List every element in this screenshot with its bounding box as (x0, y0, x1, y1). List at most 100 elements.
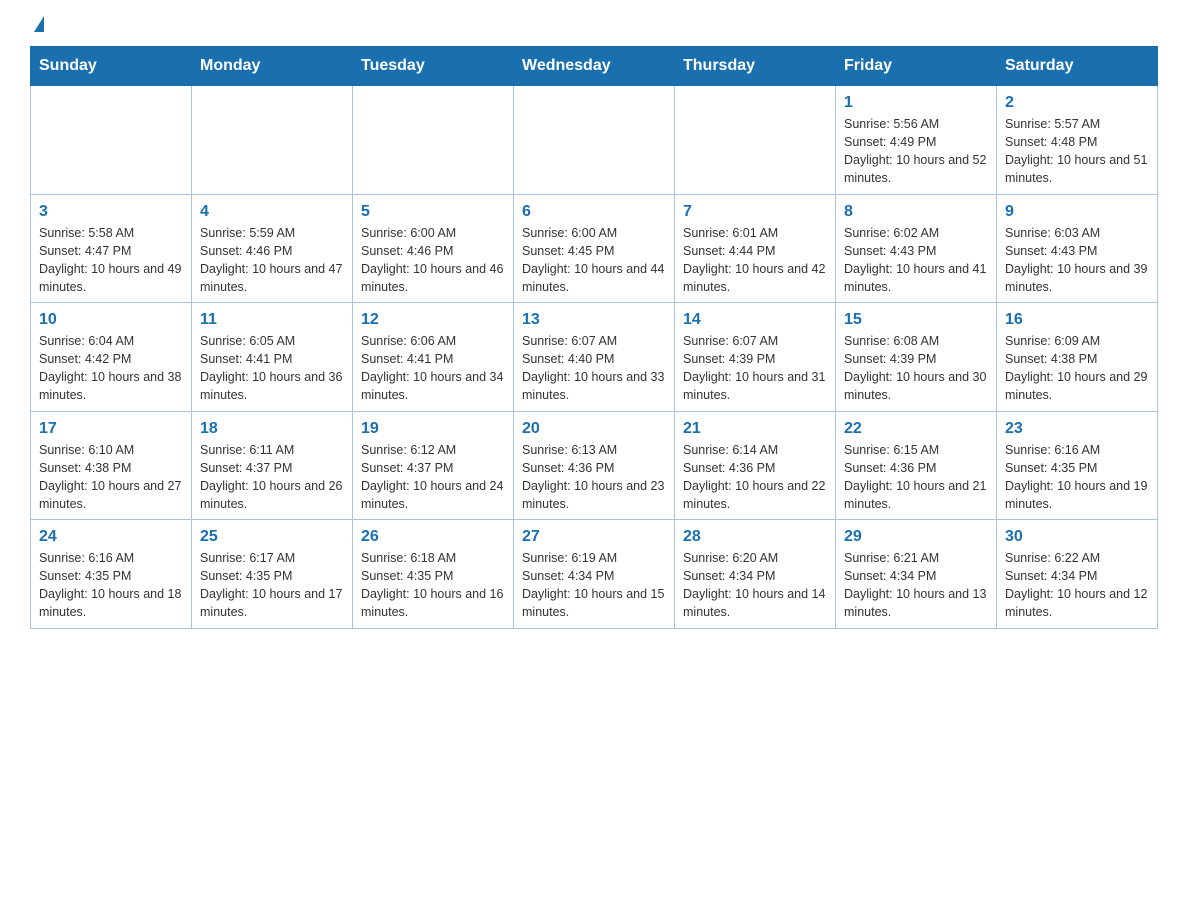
calendar-day-cell: 24 Sunrise: 6:16 AMSunset: 4:35 PMDayligh… (31, 520, 192, 629)
calendar-day-cell: 19Sunrise: 6:12 AMSunset: 4:37 PMDayligh… (353, 411, 514, 520)
calendar-day-cell (192, 86, 353, 195)
calendar-day-cell: 26 Sunrise: 6:18 AMSunset: 4:35 PMDayligh… (353, 520, 514, 629)
calendar-day-cell: 1 Sunrise: 5:56 AMSunset: 4:49 PMDaylight… (836, 86, 997, 195)
day-of-week-header: Wednesday (514, 47, 675, 86)
day-info: Sunrise: 6:11 AMSunset: 4:37 PMDaylight:… (200, 441, 344, 514)
day-number: 7 (683, 203, 827, 221)
day-of-week-header: Tuesday (353, 47, 514, 86)
day-number: 4 (200, 203, 344, 221)
calendar-day-cell (31, 86, 192, 195)
calendar-day-cell: 13 Sunrise: 6:07 AMSunset: 4:40 PMDayligh… (514, 303, 675, 412)
logo-triangle-icon (34, 16, 44, 32)
day-info: Sunrise: 6:07 AMSunset: 4:40 PMDaylight:… (522, 332, 666, 405)
day-info: Sunrise: 6:00 AMSunset: 4:45 PMDaylight:… (522, 224, 666, 297)
calendar-day-cell: 25 Sunrise: 6:17 AMSunset: 4:35 PMDayligh… (192, 520, 353, 629)
calendar-week-row: 3 Sunrise: 5:58 AMSunset: 4:47 PMDaylight… (31, 194, 1158, 303)
day-info: Sunrise: 6:00 AMSunset: 4:46 PMDaylight:… (361, 224, 505, 297)
calendar-day-cell: 15Sunrise: 6:08 AMSunset: 4:39 PMDayligh… (836, 303, 997, 412)
day-number: 5 (361, 203, 505, 221)
calendar-day-cell (675, 86, 836, 195)
day-info: Sunrise: 6:16 AMSunset: 4:35 PMDaylight:… (39, 549, 183, 622)
calendar-day-cell: 3 Sunrise: 5:58 AMSunset: 4:47 PMDaylight… (31, 194, 192, 303)
day-number: 17 (39, 420, 183, 438)
day-info: Sunrise: 6:19 AMSunset: 4:34 PMDaylight:… (522, 549, 666, 622)
calendar-day-cell: 4 Sunrise: 5:59 AMSunset: 4:46 PMDaylight… (192, 194, 353, 303)
calendar-day-cell: 27 Sunrise: 6:19 AMSunset: 4:34 PMDayligh… (514, 520, 675, 629)
calendar-day-cell: 18 Sunrise: 6:11 AMSunset: 4:37 PMDayligh… (192, 411, 353, 520)
day-info: Sunrise: 5:56 AMSunset: 4:49 PMDaylight:… (844, 115, 988, 188)
calendar-day-cell: 2 Sunrise: 5:57 AMSunset: 4:48 PMDaylight… (997, 86, 1158, 195)
calendar-day-cell: 14 Sunrise: 6:07 AMSunset: 4:39 PMDayligh… (675, 303, 836, 412)
day-number: 18 (200, 420, 344, 438)
day-info: Sunrise: 6:03 AMSunset: 4:43 PMDaylight:… (1005, 224, 1149, 297)
day-number: 11 (200, 311, 344, 329)
calendar-day-cell: 23Sunrise: 6:16 AMSunset: 4:35 PMDayligh… (997, 411, 1158, 520)
day-number: 19 (361, 420, 505, 438)
day-info: Sunrise: 6:04 AMSunset: 4:42 PMDaylight:… (39, 332, 183, 405)
day-number: 29 (844, 528, 988, 546)
calendar-day-cell: 16 Sunrise: 6:09 AMSunset: 4:38 PMDayligh… (997, 303, 1158, 412)
calendar-week-row: 1 Sunrise: 5:56 AMSunset: 4:49 PMDaylight… (31, 86, 1158, 195)
day-info: Sunrise: 6:07 AMSunset: 4:39 PMDaylight:… (683, 332, 827, 405)
calendar-day-cell: 29 Sunrise: 6:21 AMSunset: 4:34 PMDayligh… (836, 520, 997, 629)
day-info: Sunrise: 5:57 AMSunset: 4:48 PMDaylight:… (1005, 115, 1149, 188)
day-number: 8 (844, 203, 988, 221)
day-number: 30 (1005, 528, 1149, 546)
day-info: Sunrise: 6:09 AMSunset: 4:38 PMDaylight:… (1005, 332, 1149, 405)
day-number: 1 (844, 94, 988, 112)
day-info: Sunrise: 6:16 AMSunset: 4:35 PMDaylight:… (1005, 441, 1149, 514)
day-info: Sunrise: 6:10 AMSunset: 4:38 PMDaylight:… (39, 441, 183, 514)
calendar-day-cell: 20 Sunrise: 6:13 AMSunset: 4:36 PMDayligh… (514, 411, 675, 520)
calendar-day-cell: 11 Sunrise: 6:05 AMSunset: 4:41 PMDayligh… (192, 303, 353, 412)
day-number: 20 (522, 420, 666, 438)
day-info: Sunrise: 6:13 AMSunset: 4:36 PMDaylight:… (522, 441, 666, 514)
day-number: 15 (844, 311, 988, 329)
day-number: 26 (361, 528, 505, 546)
calendar-week-row: 24 Sunrise: 6:16 AMSunset: 4:35 PMDayligh… (31, 520, 1158, 629)
calendar-day-cell: 12 Sunrise: 6:06 AMSunset: 4:41 PMDayligh… (353, 303, 514, 412)
day-number: 13 (522, 311, 666, 329)
logo (30, 20, 44, 36)
calendar-day-cell: 22 Sunrise: 6:15 AMSunset: 4:36 PMDayligh… (836, 411, 997, 520)
day-number: 22 (844, 420, 988, 438)
calendar-day-cell: 21 Sunrise: 6:14 AMSunset: 4:36 PMDayligh… (675, 411, 836, 520)
day-info: Sunrise: 6:05 AMSunset: 4:41 PMDaylight:… (200, 332, 344, 405)
day-number: 6 (522, 203, 666, 221)
day-number: 14 (683, 311, 827, 329)
calendar-day-cell: 7Sunrise: 6:01 AMSunset: 4:44 PMDaylight… (675, 194, 836, 303)
day-of-week-header: Sunday (31, 47, 192, 86)
day-number: 28 (683, 528, 827, 546)
day-number: 3 (39, 203, 183, 221)
day-of-week-header: Monday (192, 47, 353, 86)
calendar-day-cell (514, 86, 675, 195)
day-number: 27 (522, 528, 666, 546)
calendar-table: SundayMondayTuesdayWednesdayThursdayFrid… (30, 46, 1158, 629)
day-info: Sunrise: 6:18 AMSunset: 4:35 PMDaylight:… (361, 549, 505, 622)
day-number: 12 (361, 311, 505, 329)
day-number: 16 (1005, 311, 1149, 329)
day-info: Sunrise: 6:06 AMSunset: 4:41 PMDaylight:… (361, 332, 505, 405)
day-number: 21 (683, 420, 827, 438)
day-of-week-header: Friday (836, 47, 997, 86)
day-info: Sunrise: 6:02 AMSunset: 4:43 PMDaylight:… (844, 224, 988, 297)
day-info: Sunrise: 6:20 AMSunset: 4:34 PMDaylight:… (683, 549, 827, 622)
calendar-day-cell (353, 86, 514, 195)
page-header (30, 20, 1158, 36)
day-info: Sunrise: 6:15 AMSunset: 4:36 PMDaylight:… (844, 441, 988, 514)
day-info: Sunrise: 6:14 AMSunset: 4:36 PMDaylight:… (683, 441, 827, 514)
day-of-week-header: Saturday (997, 47, 1158, 86)
calendar-day-cell: 28 Sunrise: 6:20 AMSunset: 4:34 PMDayligh… (675, 520, 836, 629)
day-info: Sunrise: 5:58 AMSunset: 4:47 PMDaylight:… (39, 224, 183, 297)
day-info: Sunrise: 6:21 AMSunset: 4:34 PMDaylight:… (844, 549, 988, 622)
day-number: 24 (39, 528, 183, 546)
day-number: 25 (200, 528, 344, 546)
day-number: 2 (1005, 94, 1149, 112)
day-number: 10 (39, 311, 183, 329)
calendar-day-cell: 30Sunrise: 6:22 AMSunset: 4:34 PMDayligh… (997, 520, 1158, 629)
day-number: 9 (1005, 203, 1149, 221)
calendar-day-cell: 10 Sunrise: 6:04 AMSunset: 4:42 PMDayligh… (31, 303, 192, 412)
day-info: Sunrise: 6:17 AMSunset: 4:35 PMDaylight:… (200, 549, 344, 622)
calendar-header-row: SundayMondayTuesdayWednesdayThursdayFrid… (31, 47, 1158, 86)
day-of-week-header: Thursday (675, 47, 836, 86)
day-info: Sunrise: 5:59 AMSunset: 4:46 PMDaylight:… (200, 224, 344, 297)
